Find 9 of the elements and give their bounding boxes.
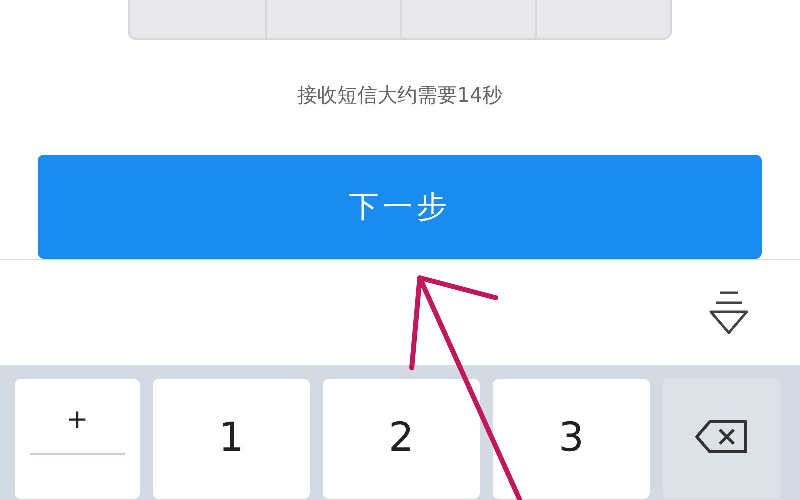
digit-key[interactable]: 2 — [323, 379, 480, 499]
digit-key[interactable]: 1 — [153, 379, 310, 499]
code-input-field[interactable] — [128, 0, 672, 40]
backspace-key[interactable] — [663, 379, 781, 499]
sms-hint: 接收短信大约需要14秒 — [297, 82, 503, 109]
symbol-key[interactable]: + — [15, 379, 140, 499]
collapse-keyboard-icon[interactable] — [708, 290, 750, 336]
backspace-icon — [694, 419, 750, 455]
digit-key[interactable]: 3 — [493, 379, 650, 499]
